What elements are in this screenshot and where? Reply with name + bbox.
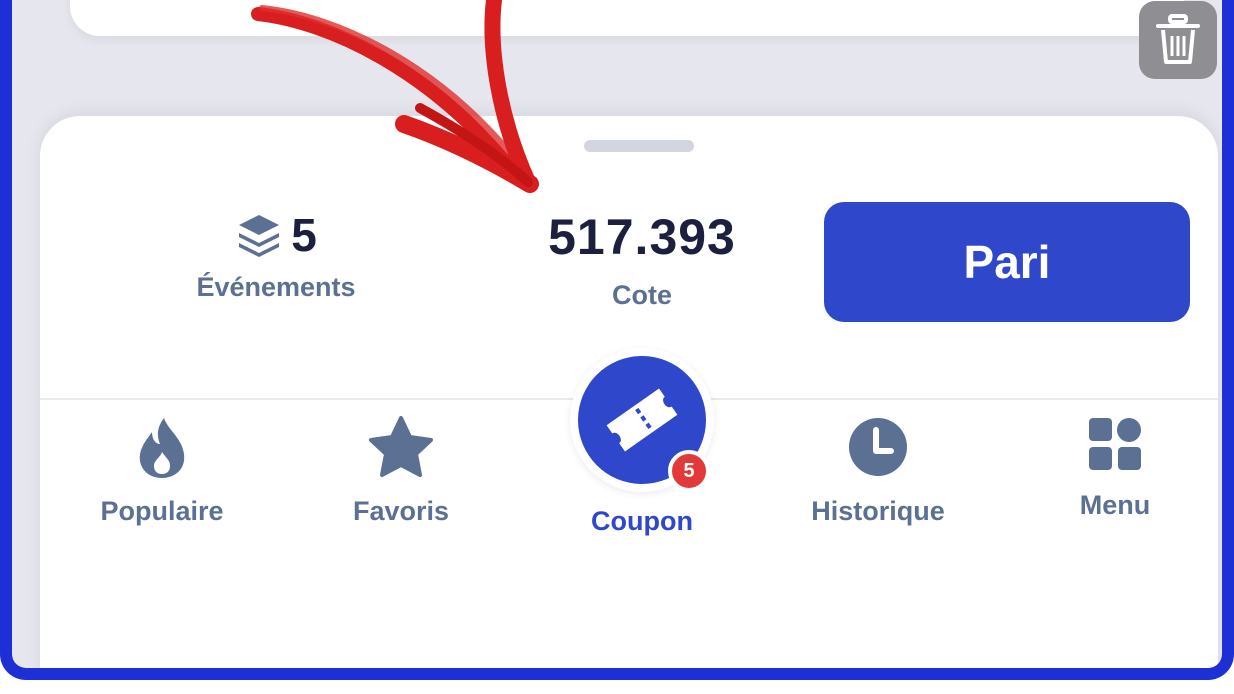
tab-favorites[interactable]: Favoris — [311, 416, 491, 527]
trash-icon — [1139, 14, 1217, 66]
star-icon — [311, 416, 491, 478]
tab-menu[interactable]: Menu — [1025, 416, 1205, 521]
flame-icon — [72, 416, 252, 478]
tab-history[interactable]: Historique — [788, 416, 968, 527]
bet-slip-sheet: 5 Événements 517.393 Cote Pari Populaire — [40, 116, 1218, 668]
grid-icon — [1025, 416, 1205, 472]
tab-history-label: Historique — [811, 496, 945, 526]
tab-popular[interactable]: Populaire — [72, 416, 252, 527]
odds-label: Cote — [612, 280, 672, 310]
sheet-grabber[interactable] — [584, 140, 694, 152]
layers-icon — [235, 213, 283, 257]
events-label: Événements — [196, 272, 356, 302]
delete-button[interactable] — [1139, 1, 1217, 79]
tab-favorites-label: Favoris — [352, 496, 450, 526]
tab-popular-label: Populaire — [100, 496, 224, 526]
tab-menu-label: Menu — [1079, 490, 1151, 520]
events-count: 5 — [291, 209, 317, 261]
odds-summary: 517.393 Cote — [500, 212, 784, 311]
screenshot-frame: 5 Événements 517.393 Cote Pari Populaire — [0, 0, 1234, 680]
odds-value: 517.393 — [548, 209, 736, 265]
clock-icon — [788, 416, 968, 478]
coupon-count-badge: 5 — [668, 450, 710, 492]
tab-coupon-label[interactable]: Coupon — [552, 506, 732, 537]
place-bet-button[interactable]: Pari — [824, 202, 1190, 322]
tab-coupon-button[interactable]: 5 — [570, 348, 714, 492]
previous-card — [70, 0, 1184, 36]
events-summary: 5 Événements — [160, 212, 392, 303]
